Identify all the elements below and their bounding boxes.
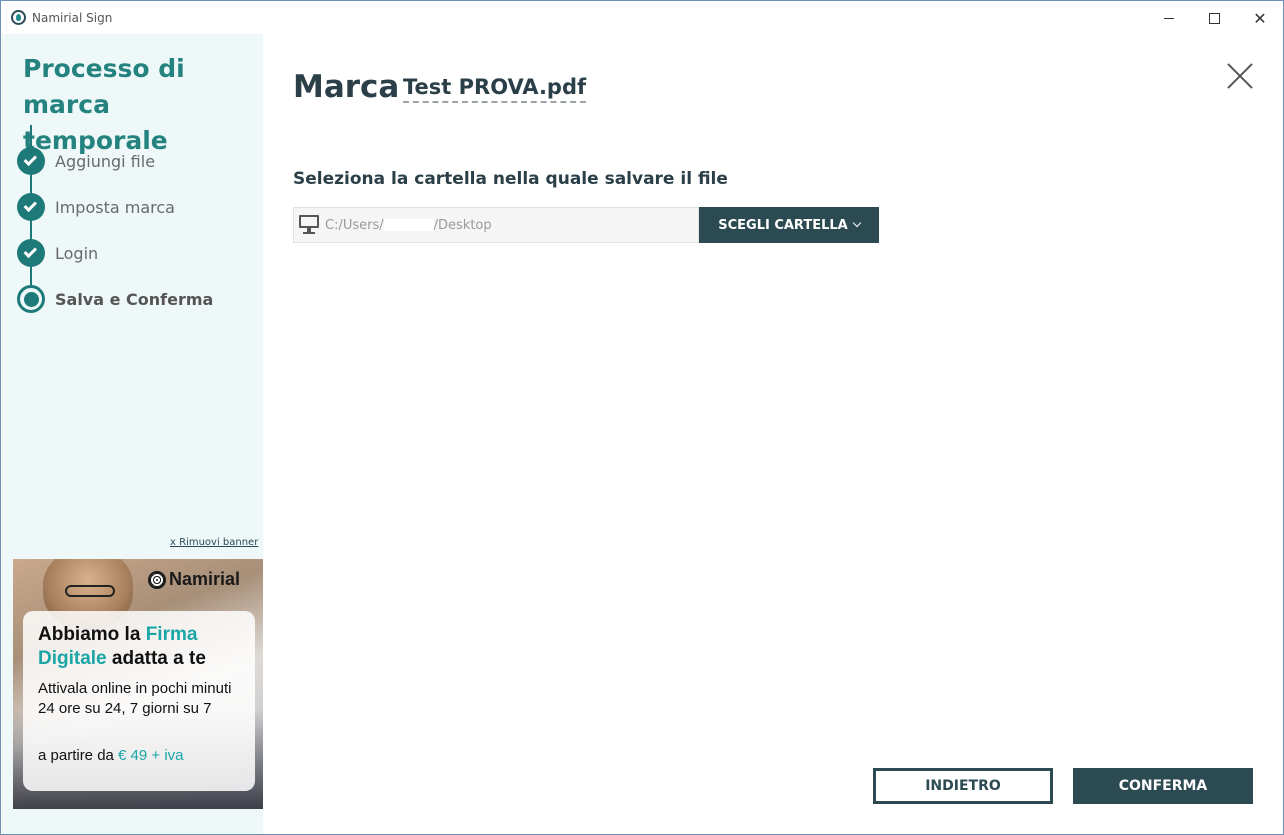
banner-card: Abbiamo la Firma Digitale adatta a te Att… bbox=[23, 611, 255, 791]
title-bar: Namirial Sign ✕ bbox=[1, 1, 1283, 34]
process-title: Processo di marca temporale bbox=[23, 54, 185, 155]
namirial-logo: Namirial bbox=[148, 569, 240, 590]
brand-name: Namirial bbox=[169, 569, 241, 589]
chevron-down-icon bbox=[852, 218, 861, 228]
folder-path-field[interactable]: C:/Users//Desktop bbox=[293, 207, 699, 243]
maximize-icon[interactable] bbox=[1203, 7, 1225, 29]
folder-path-text: C:/Users//Desktop bbox=[325, 217, 492, 233]
confirm-button[interactable]: CONFERMA bbox=[1073, 768, 1253, 804]
step-label: Salva e Conferma bbox=[55, 289, 214, 309]
banner-price: a partire da € 49 + iva bbox=[38, 747, 184, 764]
step-salva-conferma: Salva e Conferma bbox=[17, 285, 213, 313]
monitor-icon bbox=[299, 215, 321, 235]
close-icon[interactable] bbox=[1227, 63, 1253, 89]
page-title: Marca bbox=[293, 69, 400, 105]
promo-banner[interactable]: Namirial Abbiamo la Firma Digitale adatta… bbox=[13, 559, 263, 809]
window-title: Namirial Sign bbox=[32, 11, 113, 25]
window-close-icon[interactable]: ✕ bbox=[1249, 7, 1271, 29]
minimize-icon[interactable] bbox=[1158, 7, 1180, 29]
app-window: Namirial Sign ✕ Processo di marca tempor… bbox=[0, 0, 1284, 835]
sidebar: Processo di marca temporale Aggiungi fil… bbox=[2, 34, 263, 834]
banner-body-text: Attivala online in pochi minuti 24 ore s… bbox=[38, 680, 232, 717]
remove-banner-link[interactable]: x Rimuovi banner bbox=[170, 537, 258, 548]
step-label: Aggiungi file bbox=[55, 151, 156, 171]
namirial-app-icon bbox=[11, 10, 26, 25]
current-step-icon bbox=[17, 285, 45, 313]
step-label: Login bbox=[55, 243, 99, 263]
banner-photo-glasses bbox=[65, 585, 115, 597]
section-label: Seleziona la cartella nella quale salvar… bbox=[293, 169, 728, 189]
check-circle-icon bbox=[17, 193, 45, 221]
namirial-logo-icon bbox=[148, 570, 166, 589]
choose-folder-button[interactable]: SCEGLI CARTELLA bbox=[699, 207, 879, 243]
step-label: Imposta marca bbox=[55, 197, 175, 217]
file-name[interactable]: Test PROVA.pdf bbox=[403, 75, 587, 103]
step-aggiungi-file: Aggiungi file bbox=[17, 147, 155, 175]
banner-headline: Abbiamo la Firma Digitale adatta a te bbox=[38, 624, 206, 669]
step-login: Login bbox=[17, 239, 98, 267]
check-circle-icon bbox=[17, 147, 45, 175]
back-button[interactable]: INDIETRO bbox=[873, 768, 1053, 804]
check-circle-icon bbox=[17, 239, 45, 267]
step-imposta-marca: Imposta marca bbox=[17, 193, 175, 221]
